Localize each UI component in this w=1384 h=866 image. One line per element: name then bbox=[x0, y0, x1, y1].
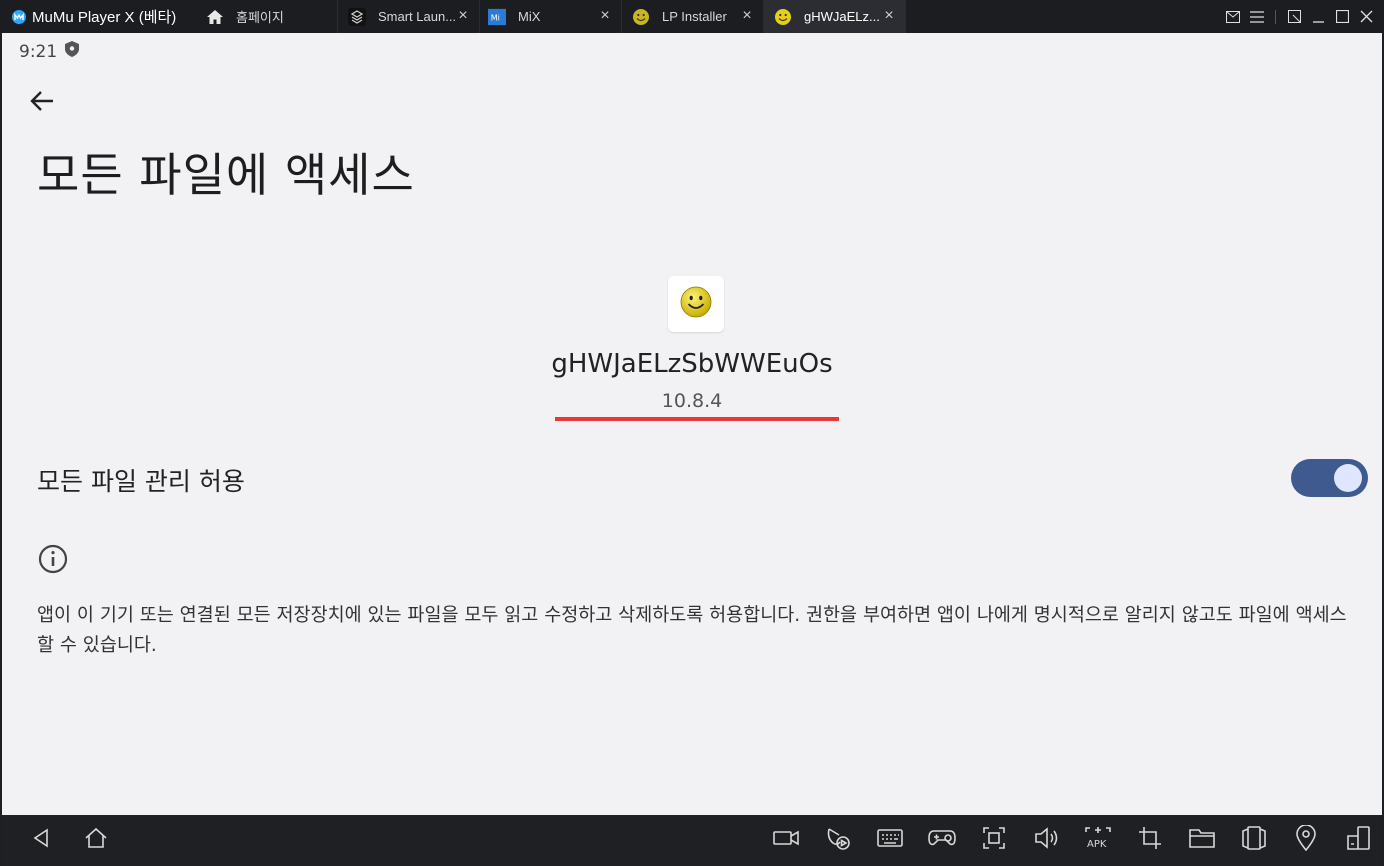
volume-button[interactable] bbox=[1032, 827, 1060, 855]
video-camera-icon bbox=[773, 829, 799, 852]
back-button[interactable] bbox=[28, 89, 56, 117]
location-button[interactable] bbox=[1292, 824, 1320, 856]
macro-button[interactable] bbox=[824, 827, 852, 855]
svg-text:APK: APK bbox=[1087, 839, 1107, 850]
title-bar: MuMu Player X (베타) 홈페이지 Smart Laun... × … bbox=[0, 0, 1384, 33]
app-version: 10.8.4 bbox=[661, 390, 723, 412]
status-time: 9:21 bbox=[19, 41, 58, 62]
status-bar: 9:21 bbox=[19, 41, 80, 62]
tab-label: Smart Laun... bbox=[378, 9, 457, 24]
mumu-logo-icon bbox=[12, 9, 26, 24]
back-nav-button[interactable] bbox=[28, 827, 54, 853]
highlight-underline bbox=[555, 417, 839, 421]
minimize-icon[interactable] bbox=[1306, 0, 1330, 33]
screenshot-button[interactable] bbox=[980, 827, 1008, 855]
toggle-label: 모든 파일 관리 허용 bbox=[37, 467, 245, 496]
tab-ghwjaelz[interactable]: gHWJaELz... × bbox=[764, 0, 906, 33]
crop-icon bbox=[1138, 826, 1162, 855]
tab-smart-launcher[interactable]: Smart Laun... × bbox=[338, 0, 480, 33]
close-icon[interactable]: × bbox=[881, 8, 897, 24]
tab-mix[interactable]: Mi MiX × bbox=[480, 0, 622, 33]
multi-instance-button[interactable] bbox=[1344, 826, 1372, 855]
toggle-knob bbox=[1334, 464, 1362, 492]
tab-label: 홈페이지 bbox=[236, 10, 284, 25]
info-icon bbox=[38, 544, 68, 574]
pin-icon[interactable] bbox=[1282, 0, 1306, 33]
tab-label: MiX bbox=[518, 9, 541, 24]
home-nav-button[interactable] bbox=[83, 827, 109, 853]
app-title: MuMu Player X (베타) bbox=[32, 9, 177, 26]
mix-icon: Mi bbox=[488, 8, 506, 26]
android-screen: 9:21 모든 파일에 액세스 gHWJaELzSbWWEuOs 10.8.4 … bbox=[2, 33, 1382, 815]
toolbar-tools: APK bbox=[772, 815, 1372, 866]
permission-description: 앱이 이 기기 또는 연결된 모든 저장장치에 있는 파일을 모두 읽고 수정하… bbox=[37, 605, 1347, 656]
tab-label: LP Installer bbox=[662, 9, 727, 24]
smiley-icon bbox=[632, 8, 650, 26]
app-name: gHWJaELzSbWWEuOs bbox=[551, 349, 833, 379]
screenshot-icon bbox=[982, 826, 1006, 855]
tab-label: gHWJaELz... bbox=[804, 9, 880, 24]
arrow-left-icon bbox=[30, 90, 54, 117]
tab-lp-installer[interactable]: LP Installer × bbox=[622, 0, 764, 33]
mail-icon[interactable] bbox=[1221, 0, 1245, 33]
home-outline-icon bbox=[84, 827, 108, 854]
window-controls bbox=[1221, 0, 1384, 33]
location-pin-icon bbox=[1296, 824, 1316, 856]
close-window-icon[interactable] bbox=[1354, 0, 1378, 33]
keyboard-button[interactable] bbox=[876, 827, 904, 855]
screen-record-button[interactable] bbox=[772, 827, 800, 855]
close-icon[interactable]: × bbox=[597, 8, 613, 24]
divider bbox=[1275, 9, 1276, 24]
allow-all-files-toggle[interactable] bbox=[1291, 459, 1368, 497]
mouse-play-icon bbox=[825, 826, 851, 855]
tab-home[interactable]: 홈페이지 bbox=[196, 0, 338, 33]
app-brand: MuMu Player X (베타) bbox=[0, 0, 196, 33]
bottom-toolbar: APK bbox=[2, 815, 1382, 866]
triangle-back-icon bbox=[32, 828, 50, 853]
apk-icon: APK bbox=[1084, 826, 1112, 855]
keyboard-icon bbox=[877, 829, 903, 852]
page-title: 모든 파일에 액세스 bbox=[37, 148, 415, 202]
smiley-icon bbox=[680, 286, 712, 323]
close-icon[interactable]: × bbox=[739, 8, 755, 24]
app-icon bbox=[668, 276, 724, 332]
gamepad-button[interactable] bbox=[928, 827, 956, 855]
phone-rotate-icon bbox=[1242, 825, 1266, 856]
maximize-icon[interactable] bbox=[1330, 0, 1354, 33]
rotate-button[interactable] bbox=[1240, 825, 1268, 856]
svg-text:Mi: Mi bbox=[491, 12, 500, 22]
smart-launcher-icon bbox=[348, 7, 366, 26]
close-icon[interactable]: × bbox=[455, 8, 471, 24]
home-icon bbox=[206, 8, 224, 26]
gamepad-icon bbox=[928, 828, 956, 853]
crop-button[interactable] bbox=[1136, 827, 1164, 855]
folder-icon bbox=[1189, 827, 1215, 854]
multi-window-icon bbox=[1346, 826, 1370, 855]
menu-icon[interactable] bbox=[1245, 0, 1269, 33]
shared-folder-button[interactable] bbox=[1188, 827, 1216, 855]
volume-icon bbox=[1034, 827, 1058, 854]
install-apk-button[interactable]: APK bbox=[1084, 827, 1112, 855]
smiley-icon bbox=[774, 8, 792, 26]
shield-icon bbox=[65, 41, 80, 62]
